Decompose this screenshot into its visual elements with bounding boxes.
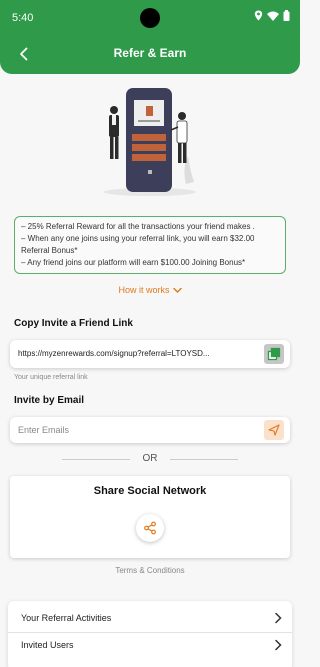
status-time: 5:40 — [12, 12, 34, 24]
battery-icon — [283, 10, 290, 21]
copy-link-button[interactable] — [264, 344, 284, 364]
terms-link[interactable]: Terms & Conditions — [0, 566, 300, 575]
how-it-works-label: How it works — [118, 285, 170, 295]
referral-link-field[interactable]: https://myzenrewards.com/signup?referral… — [10, 340, 290, 368]
invite-email-section-label: Invite by Email — [14, 395, 85, 406]
wifi-icon — [267, 11, 279, 21]
referral-info-box: – 25% Referral Reward for all the transa… — [14, 216, 286, 274]
info-line: – When any one joins using your referral… — [21, 234, 255, 243]
menu-item-label: Invited Users — [21, 640, 74, 650]
menu-item-label: Your Referral Activities — [21, 613, 112, 623]
share-social-title: Share Social Network — [93, 485, 207, 497]
referral-link-helper: Your unique referral link — [14, 374, 88, 381]
share-button[interactable] — [136, 514, 164, 542]
divider-line — [170, 459, 238, 460]
copy-icon — [267, 347, 281, 361]
status-bar: 5:40 — [0, 0, 300, 34]
how-it-works-link[interactable]: How it works — [0, 285, 300, 295]
info-line: – Any friend joins our platform will ear… — [21, 258, 246, 267]
chevron-right-icon — [275, 612, 282, 624]
info-line: – 25% Referral Reward for all the transa… — [21, 222, 255, 231]
email-input-card — [10, 417, 290, 443]
email-input[interactable] — [18, 422, 248, 438]
app-bar: Refer & Earn — [0, 34, 300, 74]
info-line: Referral Bonus* — [21, 246, 78, 255]
chevron-right-icon — [275, 639, 282, 651]
refer-illustration — [98, 84, 202, 200]
copy-link-section-label: Copy Invite a Friend Link — [14, 318, 133, 329]
referral-menu-list: Your Referral Activities Invited Users — [8, 601, 292, 667]
or-divider: OR — [62, 452, 238, 466]
referral-link-text: https://myzenrewards.com/signup?referral… — [18, 349, 210, 358]
invited-users-row[interactable]: Invited Users — [8, 632, 292, 658]
page-title: Refer & Earn — [113, 46, 187, 60]
share-icon — [144, 521, 156, 535]
send-icon — [268, 424, 280, 436]
referral-activities-row[interactable]: Your Referral Activities — [8, 605, 292, 631]
chevron-down-icon — [172, 287, 182, 293]
camera-cutout — [140, 8, 160, 28]
status-icons — [254, 10, 290, 21]
share-social-card: Share Social Network — [10, 476, 290, 558]
send-invite-button[interactable] — [264, 420, 284, 440]
location-icon — [254, 10, 263, 21]
